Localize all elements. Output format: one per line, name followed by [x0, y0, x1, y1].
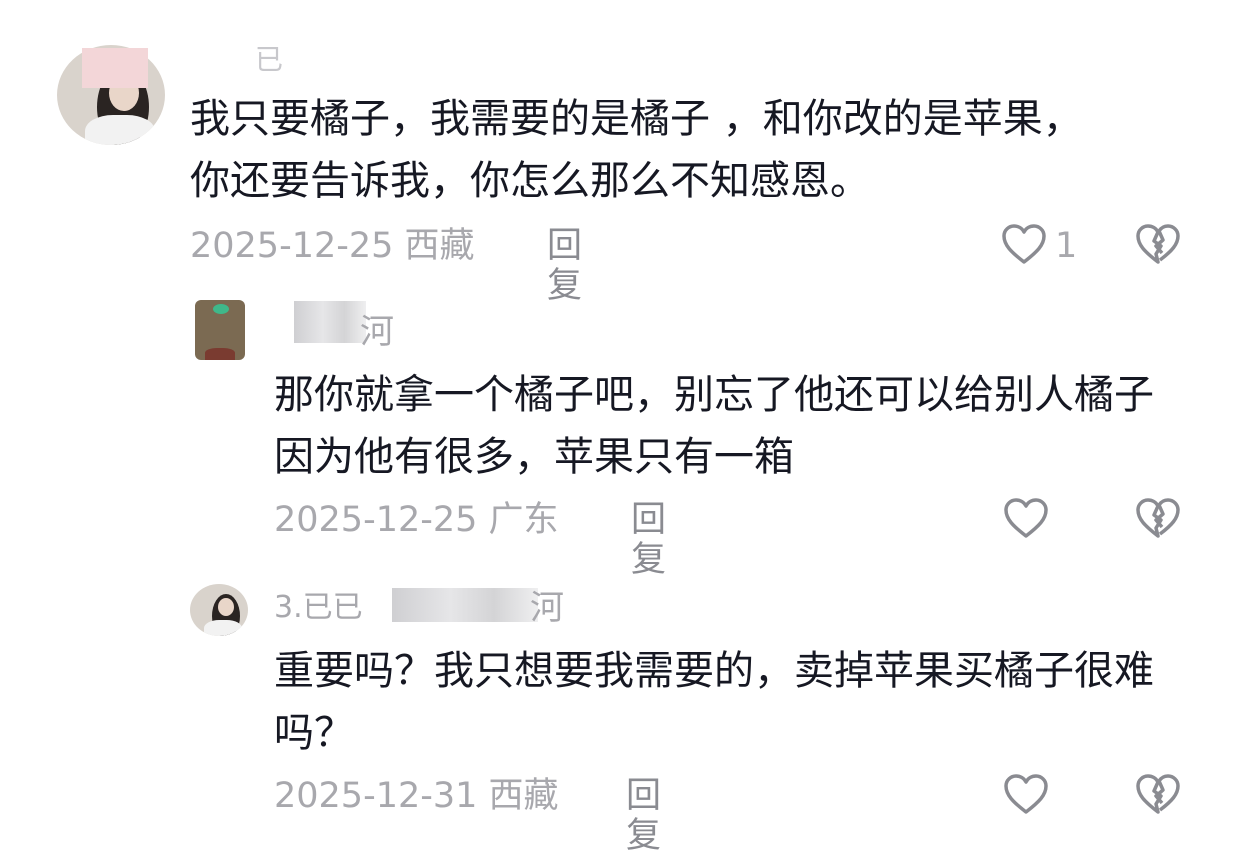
heart-icon[interactable] — [1001, 223, 1047, 265]
comment-location: 西藏 — [488, 776, 559, 816]
comment-location: 广东 — [488, 500, 559, 540]
username-mosaic — [82, 48, 148, 88]
broken-heart-icon[interactable] — [1135, 223, 1181, 265]
reply-button[interactable]: 回复 — [626, 776, 661, 856]
username-mosaic — [294, 301, 366, 343]
comment-meta: 2025-12-31 西藏 — [274, 776, 559, 816]
username[interactable]: 河 — [360, 312, 394, 352]
comment-meta: 2025-12-25 广东 — [274, 500, 559, 540]
username-mosaic — [392, 588, 538, 622]
heart-icon[interactable] — [1003, 773, 1049, 815]
reply-button[interactable]: 回复 — [631, 500, 666, 580]
comment-meta: 2025-12-25 西藏 — [190, 226, 475, 266]
username-tail: 河 — [530, 588, 564, 628]
reply-button[interactable]: 回复 — [547, 226, 582, 306]
avatar[interactable] — [195, 300, 245, 360]
comment-date: 2025-12-25 — [274, 500, 478, 540]
broken-heart-icon[interactable] — [1135, 773, 1181, 815]
heart-icon[interactable] — [1003, 497, 1049, 539]
comment-date: 2025-12-25 — [190, 226, 394, 266]
broken-heart-icon[interactable] — [1135, 497, 1181, 539]
username[interactable]: 已 — [255, 40, 283, 80]
avatar[interactable] — [190, 584, 248, 636]
like-count: 1 — [1055, 226, 1078, 266]
comment-location: 西藏 — [404, 226, 475, 266]
comment-text: 那你就拿一个橘子吧，别忘了他还可以给别人橘子因为他有很多，苹果只有一箱 — [274, 372, 1154, 480]
username[interactable]: 3.已已 — [274, 588, 363, 628]
comment-text: 我只要橘子，我需要的是橘子 ，和你改的是苹果，你还要告诉我，你怎么那么不知感恩。 — [190, 96, 1083, 204]
comment-text: 重要吗？我只想要我需要的，卖掉苹果买橘子很难吗？ — [274, 648, 1154, 756]
comment-date: 2025-12-31 — [274, 776, 478, 816]
